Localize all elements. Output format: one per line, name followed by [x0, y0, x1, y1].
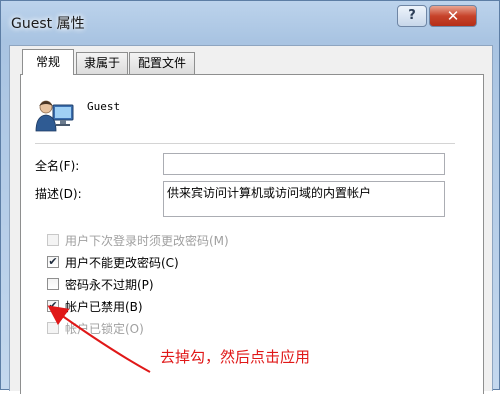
- annotation-text: 去掉勾，然后点击应用: [160, 348, 311, 366]
- annotation-arrow: [47, 305, 151, 373]
- tab-general[interactable]: 常规: [22, 49, 74, 75]
